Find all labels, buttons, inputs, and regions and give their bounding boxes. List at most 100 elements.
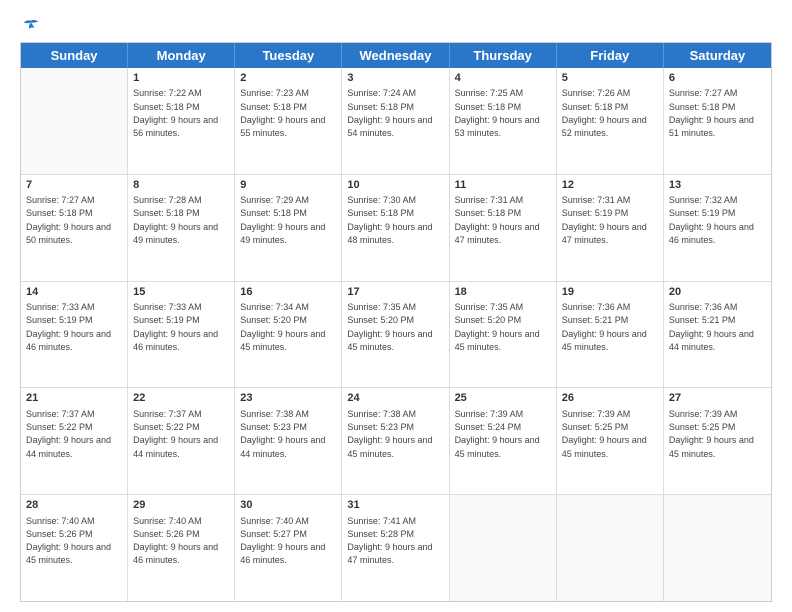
logo-text bbox=[20, 18, 40, 34]
calendar-cell: 2 Sunrise: 7:23 AMSunset: 5:18 PMDaylight… bbox=[235, 68, 342, 174]
calendar-day-header: Monday bbox=[128, 43, 235, 68]
day-number: 20 bbox=[669, 285, 766, 300]
day-info: Sunrise: 7:23 AMSunset: 5:18 PMDaylight:… bbox=[240, 88, 325, 138]
day-info: Sunrise: 7:39 AMSunset: 5:25 PMDaylight:… bbox=[562, 409, 647, 459]
calendar-cell: 31 Sunrise: 7:41 AMSunset: 5:28 PMDayligh… bbox=[342, 495, 449, 601]
calendar-cell: 10Sunrise: 7:30 AMSunset: 5:18 PMDayligh… bbox=[342, 175, 449, 281]
day-info: Sunrise: 7:33 AMSunset: 5:19 PMDaylight:… bbox=[26, 302, 111, 352]
day-info: Sunrise: 7:37 AMSunset: 5:22 PMDaylight:… bbox=[133, 409, 218, 459]
day-info: Sunrise: 7:31 AMSunset: 5:19 PMDaylight:… bbox=[562, 195, 647, 245]
day-number: 21 bbox=[26, 391, 122, 406]
day-number: 22 bbox=[133, 391, 229, 406]
day-number: 10 bbox=[347, 178, 443, 193]
day-number: 11 bbox=[455, 178, 551, 193]
calendar-week-row: 14 Sunrise: 7:33 AMSunset: 5:19 PMDayligh… bbox=[21, 282, 771, 389]
calendar-cell: 23 Sunrise: 7:38 AMSunset: 5:23 PMDayligh… bbox=[235, 388, 342, 494]
calendar: SundayMondayTuesdayWednesdayThursdayFrid… bbox=[20, 42, 772, 602]
day-number: 25 bbox=[455, 391, 551, 406]
day-number: 5 bbox=[562, 71, 658, 86]
calendar-week-row: 7Sunrise: 7:27 AMSunset: 5:18 PMDaylight… bbox=[21, 175, 771, 282]
calendar-cell: 9 Sunrise: 7:29 AMSunset: 5:18 PMDaylight… bbox=[235, 175, 342, 281]
day-number: 3 bbox=[347, 71, 443, 86]
day-info: Sunrise: 7:31 AMSunset: 5:18 PMDaylight:… bbox=[455, 195, 540, 245]
calendar-body: 1 Sunrise: 7:22 AMSunset: 5:18 PMDaylight… bbox=[21, 68, 771, 601]
calendar-cell: 3 Sunrise: 7:24 AMSunset: 5:18 PMDaylight… bbox=[342, 68, 449, 174]
day-number: 9 bbox=[240, 178, 336, 193]
calendar-week-row: 21 Sunrise: 7:37 AMSunset: 5:22 PMDayligh… bbox=[21, 388, 771, 495]
day-number: 19 bbox=[562, 285, 658, 300]
header bbox=[20, 18, 772, 34]
day-info: Sunrise: 7:36 AMSunset: 5:21 PMDaylight:… bbox=[562, 302, 647, 352]
day-number: 8 bbox=[133, 178, 229, 193]
calendar-cell: 7Sunrise: 7:27 AMSunset: 5:18 PMDaylight… bbox=[21, 175, 128, 281]
calendar-day-header: Wednesday bbox=[342, 43, 449, 68]
day-info: Sunrise: 7:32 AMSunset: 5:19 PMDaylight:… bbox=[669, 195, 754, 245]
calendar-cell: 12 Sunrise: 7:31 AMSunset: 5:19 PMDayligh… bbox=[557, 175, 664, 281]
calendar-cell bbox=[664, 495, 771, 601]
calendar-cell: 25 Sunrise: 7:39 AMSunset: 5:24 PMDayligh… bbox=[450, 388, 557, 494]
day-number: 23 bbox=[240, 391, 336, 406]
day-info: Sunrise: 7:25 AMSunset: 5:18 PMDaylight:… bbox=[455, 88, 540, 138]
day-info: Sunrise: 7:28 AMSunset: 5:18 PMDaylight:… bbox=[133, 195, 218, 245]
day-number: 14 bbox=[26, 285, 122, 300]
calendar-cell: 16 Sunrise: 7:34 AMSunset: 5:20 PMDayligh… bbox=[235, 282, 342, 388]
calendar-cell: 27Sunrise: 7:39 AMSunset: 5:25 PMDayligh… bbox=[664, 388, 771, 494]
calendar-day-header: Tuesday bbox=[235, 43, 342, 68]
day-number: 16 bbox=[240, 285, 336, 300]
calendar-cell bbox=[450, 495, 557, 601]
calendar-cell: 20Sunrise: 7:36 AMSunset: 5:21 PMDayligh… bbox=[664, 282, 771, 388]
day-info: Sunrise: 7:39 AMSunset: 5:25 PMDaylight:… bbox=[669, 409, 754, 459]
calendar-cell: 11 Sunrise: 7:31 AMSunset: 5:18 PMDayligh… bbox=[450, 175, 557, 281]
day-info: Sunrise: 7:40 AMSunset: 5:26 PMDaylight:… bbox=[133, 516, 218, 566]
day-info: Sunrise: 7:27 AMSunset: 5:18 PMDaylight:… bbox=[669, 88, 754, 138]
day-number: 7 bbox=[26, 178, 122, 193]
day-info: Sunrise: 7:34 AMSunset: 5:20 PMDaylight:… bbox=[240, 302, 325, 352]
calendar-cell: 4Sunrise: 7:25 AMSunset: 5:18 PMDaylight… bbox=[450, 68, 557, 174]
day-number: 17 bbox=[347, 285, 443, 300]
day-info: Sunrise: 7:33 AMSunset: 5:19 PMDaylight:… bbox=[133, 302, 218, 352]
day-number: 12 bbox=[562, 178, 658, 193]
day-info: Sunrise: 7:38 AMSunset: 5:23 PMDaylight:… bbox=[240, 409, 325, 459]
day-number: 24 bbox=[347, 391, 443, 406]
calendar-day-header: Thursday bbox=[450, 43, 557, 68]
calendar-cell: 28Sunrise: 7:40 AMSunset: 5:26 PMDayligh… bbox=[21, 495, 128, 601]
calendar-cell: 1 Sunrise: 7:22 AMSunset: 5:18 PMDaylight… bbox=[128, 68, 235, 174]
day-info: Sunrise: 7:38 AMSunset: 5:23 PMDaylight:… bbox=[347, 409, 432, 459]
calendar-week-row: 1 Sunrise: 7:22 AMSunset: 5:18 PMDaylight… bbox=[21, 68, 771, 175]
calendar-week-row: 28Sunrise: 7:40 AMSunset: 5:26 PMDayligh… bbox=[21, 495, 771, 601]
day-number: 6 bbox=[669, 71, 766, 86]
calendar-cell: 18Sunrise: 7:35 AMSunset: 5:20 PMDayligh… bbox=[450, 282, 557, 388]
calendar-cell: 8 Sunrise: 7:28 AMSunset: 5:18 PMDaylight… bbox=[128, 175, 235, 281]
calendar-cell: 30Sunrise: 7:40 AMSunset: 5:27 PMDayligh… bbox=[235, 495, 342, 601]
calendar-cell: 13 Sunrise: 7:32 AMSunset: 5:19 PMDayligh… bbox=[664, 175, 771, 281]
calendar-day-header: Saturday bbox=[664, 43, 771, 68]
calendar-cell: 24 Sunrise: 7:38 AMSunset: 5:23 PMDayligh… bbox=[342, 388, 449, 494]
day-info: Sunrise: 7:26 AMSunset: 5:18 PMDaylight:… bbox=[562, 88, 647, 138]
day-info: Sunrise: 7:35 AMSunset: 5:20 PMDaylight:… bbox=[347, 302, 432, 352]
day-number: 1 bbox=[133, 71, 229, 86]
calendar-cell: 22 Sunrise: 7:37 AMSunset: 5:22 PMDayligh… bbox=[128, 388, 235, 494]
day-number: 18 bbox=[455, 285, 551, 300]
day-info: Sunrise: 7:22 AMSunset: 5:18 PMDaylight:… bbox=[133, 88, 218, 138]
calendar-cell bbox=[21, 68, 128, 174]
day-number: 31 bbox=[347, 498, 443, 513]
day-info: Sunrise: 7:39 AMSunset: 5:24 PMDaylight:… bbox=[455, 409, 540, 459]
day-info: Sunrise: 7:41 AMSunset: 5:28 PMDaylight:… bbox=[347, 516, 432, 566]
calendar-cell: 15 Sunrise: 7:33 AMSunset: 5:19 PMDayligh… bbox=[128, 282, 235, 388]
day-number: 13 bbox=[669, 178, 766, 193]
day-number: 15 bbox=[133, 285, 229, 300]
calendar-header: SundayMondayTuesdayWednesdayThursdayFrid… bbox=[21, 43, 771, 68]
calendar-cell bbox=[557, 495, 664, 601]
day-number: 29 bbox=[133, 498, 229, 513]
day-number: 2 bbox=[240, 71, 336, 86]
day-info: Sunrise: 7:24 AMSunset: 5:18 PMDaylight:… bbox=[347, 88, 432, 138]
calendar-cell: 19 Sunrise: 7:36 AMSunset: 5:21 PMDayligh… bbox=[557, 282, 664, 388]
day-info: Sunrise: 7:40 AMSunset: 5:26 PMDaylight:… bbox=[26, 516, 111, 566]
calendar-cell: 14 Sunrise: 7:33 AMSunset: 5:19 PMDayligh… bbox=[21, 282, 128, 388]
logo bbox=[20, 18, 40, 34]
day-info: Sunrise: 7:29 AMSunset: 5:18 PMDaylight:… bbox=[240, 195, 325, 245]
page: SundayMondayTuesdayWednesdayThursdayFrid… bbox=[0, 0, 792, 612]
calendar-cell: 6 Sunrise: 7:27 AMSunset: 5:18 PMDaylight… bbox=[664, 68, 771, 174]
day-number: 30 bbox=[240, 498, 336, 513]
day-info: Sunrise: 7:37 AMSunset: 5:22 PMDaylight:… bbox=[26, 409, 111, 459]
